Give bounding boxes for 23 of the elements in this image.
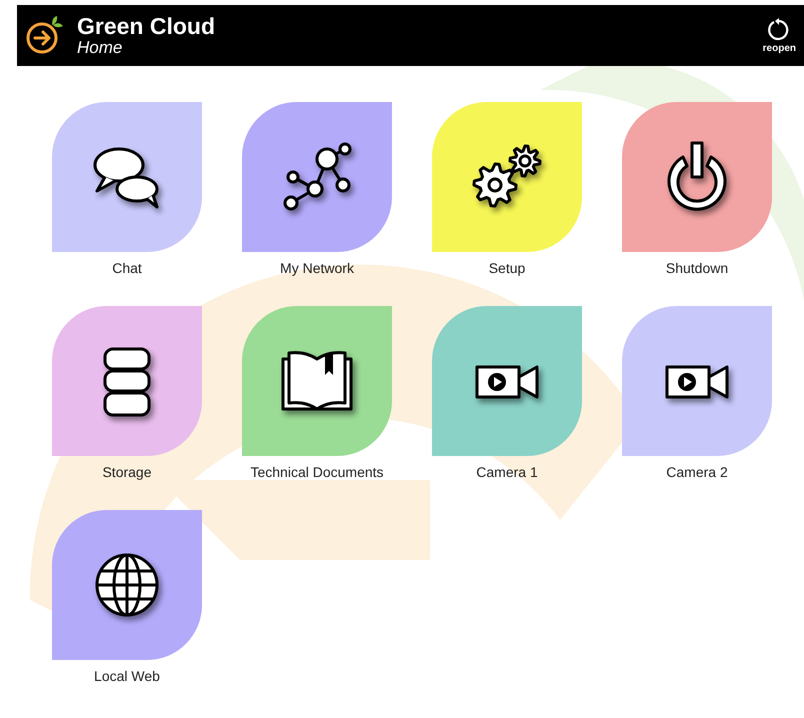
app-label: Local Web xyxy=(94,668,160,684)
page-subtitle: Home xyxy=(77,38,124,58)
app-tile[interactable] xyxy=(52,510,202,660)
app-label: Technical Documents xyxy=(250,464,384,480)
app-tile[interactable] xyxy=(242,306,392,456)
app-tile[interactable] xyxy=(622,306,772,456)
app-label: Storage xyxy=(102,464,152,480)
app-tile[interactable] xyxy=(52,102,202,252)
app-label: Shutdown xyxy=(666,260,728,276)
reopen-button[interactable]: reopen xyxy=(762,17,796,54)
app-tile[interactable] xyxy=(242,102,392,252)
app-label: Camera 2 xyxy=(666,464,728,480)
app-label: Setup xyxy=(488,260,526,276)
app-label: My Network xyxy=(280,260,354,276)
app-tile[interactable] xyxy=(52,306,202,456)
logo-icon xyxy=(25,16,65,56)
app-label: Chat xyxy=(112,260,142,276)
app-tile[interactable] xyxy=(432,306,582,456)
app-tile[interactable] xyxy=(432,102,582,252)
app-title: Green Cloud xyxy=(77,14,216,38)
app-label: Camera 1 xyxy=(476,464,538,480)
app-tile[interactable] xyxy=(622,102,772,252)
refresh-icon xyxy=(767,17,792,41)
